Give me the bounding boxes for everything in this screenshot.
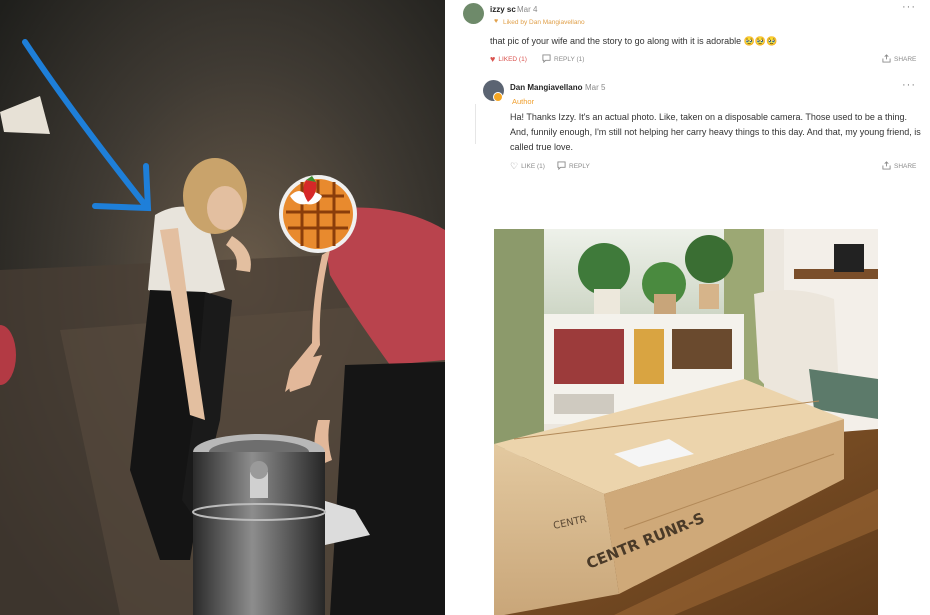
reply-label: REPLY (1) (554, 56, 585, 63)
more-icon[interactable]: ··· (902, 79, 916, 91)
waffle-emoji-icon (279, 175, 357, 253)
more-icon[interactable]: ··· (902, 1, 916, 13)
heart-icon: ♡ (510, 161, 519, 171)
heart-icon: ♥ (490, 54, 496, 64)
comment-body: Ha! Thanks Izzy. It's an actual photo. L… (510, 112, 921, 152)
reply-button[interactable]: REPLY (557, 161, 590, 172)
share-icon (882, 161, 891, 172)
reply-label: REPLY (569, 163, 590, 170)
avatar[interactable] (463, 3, 484, 24)
reply-button[interactable]: REPLY (1) (542, 54, 584, 65)
reply-bubble-icon (542, 54, 551, 65)
like-button[interactable]: ♥ LIKED (1) (490, 54, 527, 64)
share-icon (882, 54, 891, 65)
comment-body: that pic of your wife and the story to g… (490, 36, 778, 46)
comment-author[interactable]: Dan Mangiavellano (510, 83, 582, 92)
author-role-tag: Author (512, 97, 535, 106)
screenshot-canvas: izzy sc Mar 4 ♥ Liked by Dan Mangiavella… (0, 0, 930, 615)
comment-date: Mar 4 (517, 5, 538, 14)
like-label: LIKED (1) (498, 55, 527, 63)
reply-bubble-icon (557, 161, 566, 172)
share-button[interactable]: SHARE (882, 161, 916, 172)
share-label: SHARE (894, 163, 917, 170)
like-button[interactable]: ♡ LIKE (1) (510, 161, 545, 172)
box-photo: CENTR CENTR RUNR-S (494, 229, 878, 615)
thread-line (475, 104, 476, 144)
share-label: SHARE (894, 56, 917, 63)
liked-by-label: Liked by Dan Mangiavellano (503, 19, 585, 26)
share-button[interactable]: SHARE (882, 54, 916, 65)
comment-panel: izzy sc Mar 4 ♥ Liked by Dan Mangiavella… (445, 0, 930, 615)
like-label: LIKE (1) (521, 163, 545, 170)
vintage-photo (0, 0, 445, 615)
comment-author[interactable]: izzy sc (490, 5, 516, 14)
liked-heart-icon: ♥ (494, 18, 499, 25)
author-badge-icon (493, 92, 503, 102)
comment-date: Mar 5 (585, 83, 606, 92)
vintage-photo-art (0, 0, 445, 615)
box-photo-art: CENTR CENTR RUNR-S (494, 229, 878, 615)
keg (192, 434, 326, 615)
